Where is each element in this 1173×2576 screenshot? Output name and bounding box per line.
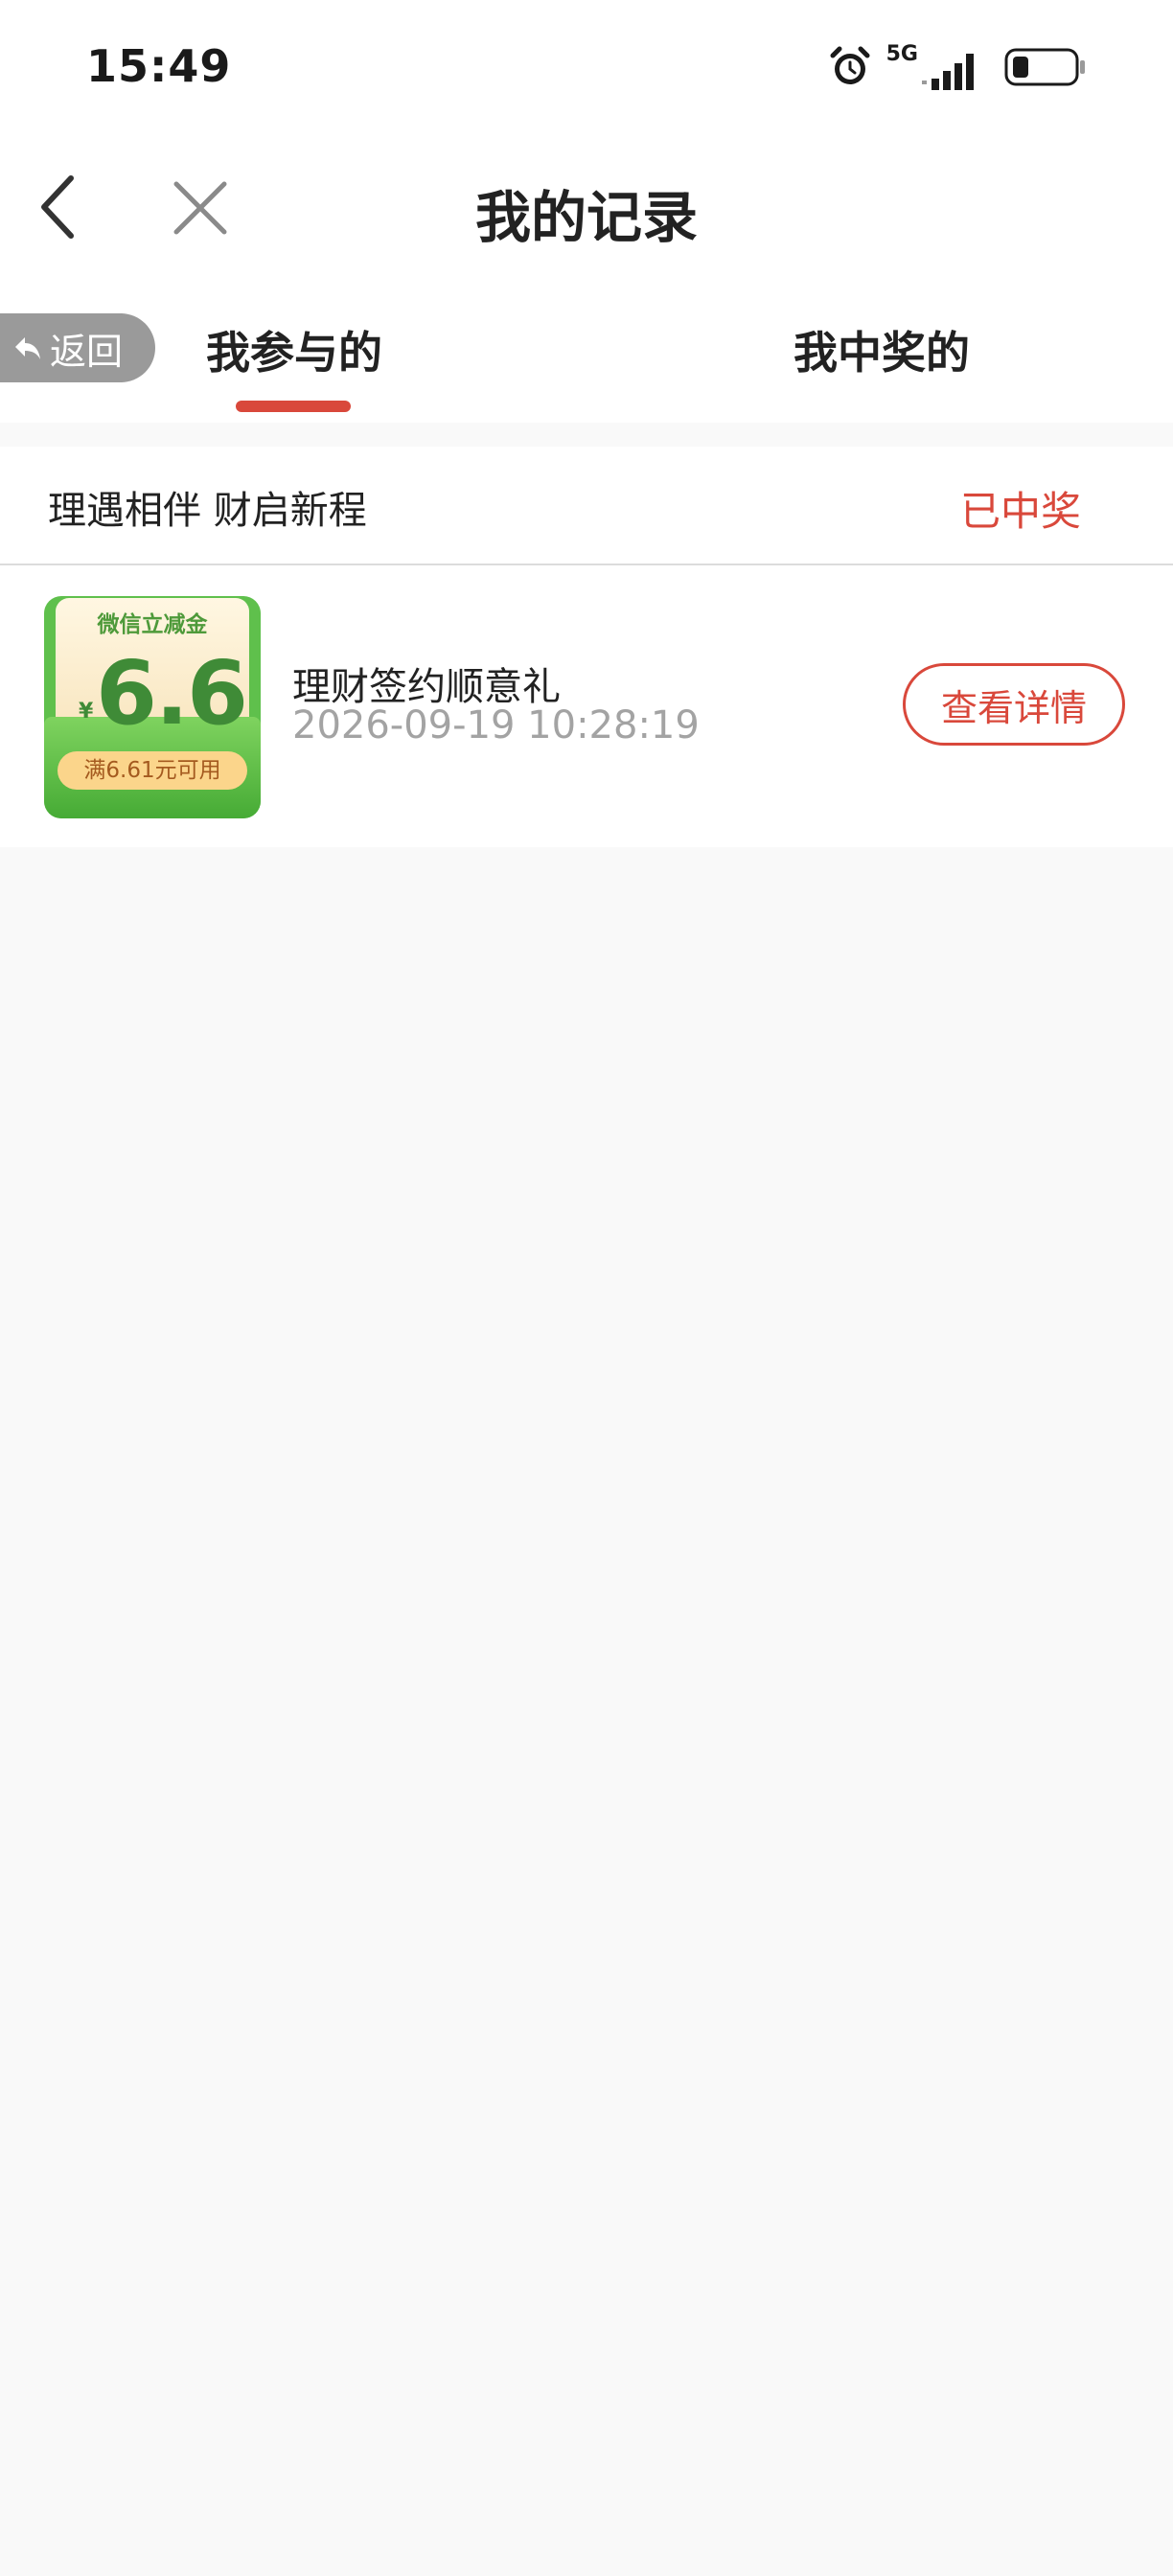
status-time: 15:49 (86, 40, 232, 92)
voucher-currency: ¥ (79, 700, 94, 724)
view-details-button[interactable]: 查看详情 (903, 663, 1125, 746)
voucher-amount: 6.6 (96, 642, 248, 745)
active-tab-indicator (236, 401, 351, 412)
battery-icon (1004, 48, 1085, 86)
tab-participated[interactable]: 我参与的 (206, 318, 382, 381)
tab-won[interactable]: 我中奖的 (794, 318, 970, 381)
voucher-condition: 满6.61元可用 (58, 751, 247, 790)
header-area: 15:49 5G 我的记录 返回 我参与的 我中奖的 (0, 0, 1173, 423)
alarm-clock-icon (830, 46, 870, 84)
record-card-header: 理遇相伴 财启新程 已中奖 (0, 447, 1173, 565)
voucher-image: 微信立减金 ¥ 6.6 满6.61元可用 (44, 596, 261, 818)
signal-bars-icon (922, 54, 974, 90)
page-title: 我的记录 (474, 185, 698, 250)
return-arrow-icon (15, 337, 40, 359)
network-type: 5G (886, 42, 918, 66)
status-indicators: 5G (827, 42, 1087, 92)
return-label: 返回 (50, 330, 124, 373)
status-badge: 已中奖 (959, 488, 1081, 535)
record-card: 理遇相伴 财启新程 已中奖 微信立减金 ¥ 6.6 满6.61元可用 理财签约顺… (0, 447, 1173, 847)
cellular-indicator: 5G (886, 44, 981, 90)
prize-timestamp: 2026-09-19 10:28:19 (292, 703, 700, 748)
activity-title: 理遇相伴 财启新程 (48, 489, 367, 533)
voucher-label: 微信立减金 (97, 612, 208, 637)
return-button[interactable]: 返回 (0, 313, 155, 382)
